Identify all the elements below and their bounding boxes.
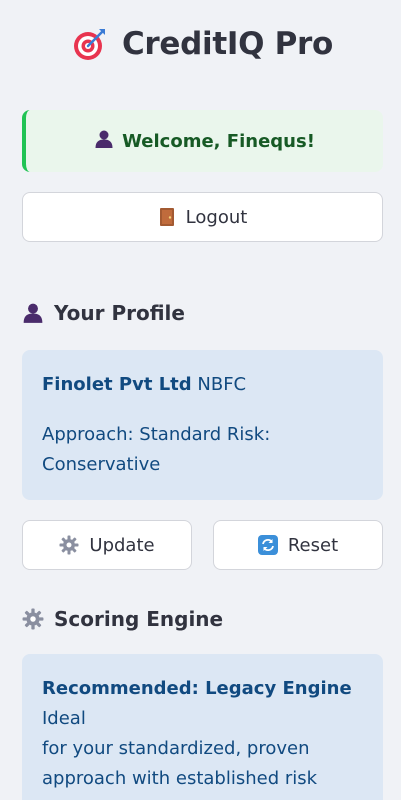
logout-label: Logout bbox=[185, 206, 248, 228]
refresh-icon bbox=[257, 535, 278, 555]
dart-target-icon bbox=[72, 26, 108, 62]
recommendation-line-1: Recommended: Legacy Engine Ideal bbox=[42, 674, 363, 734]
company-name: Finolet Pvt Ltd bbox=[42, 374, 192, 395]
reset-label: Reset bbox=[287, 534, 339, 556]
recommendation-text-1: Ideal bbox=[42, 708, 86, 729]
logout-button[interactable]: Logout bbox=[22, 192, 383, 242]
recommendation-text-4: parameters bbox=[42, 794, 363, 800]
engine-recommendation-box: Recommended: Legacy Engine Ideal for you… bbox=[22, 654, 383, 800]
welcome-banner: Welcome, Finequs! bbox=[22, 110, 383, 172]
company-line: Finolet Pvt Ltd NBFC bbox=[42, 370, 363, 400]
reset-button[interactable]: Reset bbox=[213, 520, 383, 570]
profile-actions: Update Reset bbox=[22, 520, 383, 570]
approach-line-1: Approach: Standard Risk: bbox=[42, 424, 271, 445]
approach-line-2: Conservative bbox=[42, 454, 161, 475]
update-button[interactable]: Update bbox=[22, 520, 192, 570]
recommendation-text-2: for your standardized, proven bbox=[42, 738, 310, 759]
user-silhouette-icon bbox=[22, 302, 44, 324]
scoring-engine-header-text: Scoring Engine bbox=[54, 607, 224, 631]
update-label: Update bbox=[89, 534, 155, 556]
recommendation-text-3: approach with established risk bbox=[42, 768, 318, 789]
door-icon bbox=[158, 207, 176, 227]
company-type: NBFC bbox=[197, 374, 247, 395]
gear-icon bbox=[22, 608, 44, 630]
gear-icon bbox=[59, 535, 79, 555]
scoring-engine-header: Scoring Engine bbox=[22, 604, 383, 634]
app-title-text: CreditIQ Pro bbox=[121, 26, 334, 62]
welcome-text: Welcome, Finequs! bbox=[122, 130, 315, 152]
user-silhouette-icon bbox=[94, 129, 114, 154]
sidebar: CreditIQ Pro Welcome, Finequs! Logout Yo… bbox=[0, 14, 401, 800]
profile-header-text: Your Profile bbox=[54, 301, 185, 325]
recommendation-title: Recommended: Legacy Engine bbox=[42, 678, 352, 699]
profile-header: Your Profile bbox=[22, 298, 383, 328]
app-title: CreditIQ Pro bbox=[22, 14, 383, 74]
profile-info-box: Finolet Pvt Ltd NBFC Approach: Standard … bbox=[22, 350, 383, 500]
